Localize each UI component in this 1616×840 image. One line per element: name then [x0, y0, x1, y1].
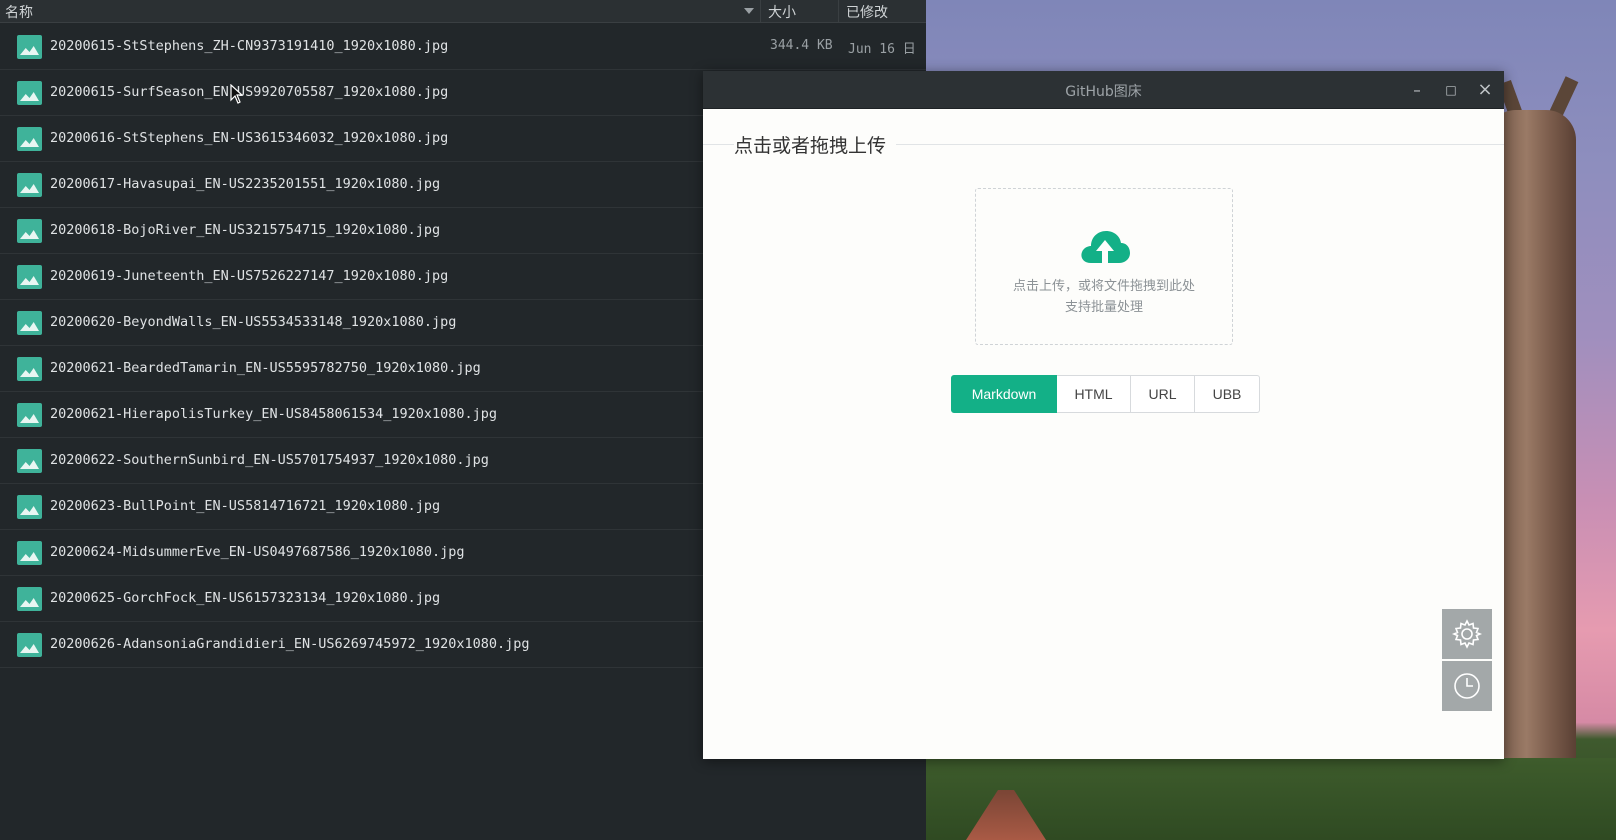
- image-file-icon: [17, 357, 42, 381]
- upload-hint-text: 点击上传，或将文件拖拽到此处: [1012, 279, 1195, 294]
- file-name: 20200615-StStephens_ZH-CN9373191410_1920…: [50, 38, 449, 54]
- window-title: GitHub图床: [1065, 84, 1142, 100]
- image-file-icon: [17, 35, 42, 59]
- image-file-icon: [17, 495, 42, 519]
- image-file-icon: [17, 219, 42, 243]
- file-name: 20200620-BeyondWalls_EN-US5534533148_192…: [50, 314, 457, 330]
- image-file-icon: [17, 311, 42, 335]
- column-separator[interactable]: [760, 0, 761, 23]
- window-titlebar[interactable]: GitHub图床 – □ ×: [703, 71, 1504, 109]
- column-separator[interactable]: [838, 0, 839, 23]
- file-size: 344.4 KB: [770, 38, 833, 53]
- image-file-icon: [17, 403, 42, 427]
- column-size-header[interactable]: 大小: [768, 2, 796, 22]
- format-ubb-button[interactable]: UBB: [1195, 375, 1260, 413]
- upload-batch-hint-text: 支持批量处理: [1064, 300, 1143, 315]
- image-file-icon: [17, 449, 42, 473]
- image-file-icon: [17, 173, 42, 197]
- close-button[interactable]: ×: [1475, 80, 1495, 100]
- image-file-icon: [17, 541, 42, 565]
- file-name: 20200624-MidsummerEve_EN-US0497687586_19…: [50, 544, 465, 560]
- file-name: 20200617-Havasupai_EN-US2235201551_1920x…: [50, 176, 441, 192]
- file-name: 20200621-HierapolisTurkey_EN-US845806153…: [50, 406, 498, 422]
- file-name: 20200618-BojoRiver_EN-US3215754715_1920x…: [50, 222, 441, 238]
- minimize-button[interactable]: –: [1407, 80, 1427, 100]
- image-file-icon: [17, 127, 42, 151]
- link-format-selector: Markdown HTML URL UBB: [951, 375, 1260, 413]
- file-name: 20200626-AdansoniaGrandidieri_EN-US62697…: [50, 636, 530, 652]
- image-file-icon: [17, 587, 42, 611]
- image-file-icon: [17, 81, 42, 105]
- settings-button[interactable]: [1442, 609, 1492, 659]
- cloud-upload-icon: [1081, 231, 1130, 263]
- mouse-cursor-icon: [230, 84, 244, 104]
- file-name: 20200616-StStephens_EN-US3615346032_1920…: [50, 130, 449, 146]
- column-header: 名称 大小 已修改: [0, 0, 926, 23]
- section-title: 点击或者拖拽上传: [734, 131, 897, 158]
- image-file-icon: [17, 633, 42, 657]
- sort-chevron-down-icon[interactable]: [744, 8, 754, 14]
- file-name: 20200623-BullPoint_EN-US5814716721_1920x…: [50, 498, 441, 514]
- github-image-host-window: GitHub图床 – □ × 点击或者拖拽上传 点击上传，或将文件拖拽到此处 支…: [703, 71, 1504, 759]
- format-url-button[interactable]: URL: [1131, 375, 1195, 413]
- history-button[interactable]: [1442, 661, 1492, 711]
- file-name: 20200625-GorchFock_EN-US6157323134_1920x…: [50, 590, 441, 606]
- file-name: 20200621-BeardedTamarin_EN-US5595782750_…: [50, 360, 481, 376]
- format-markdown-button[interactable]: Markdown: [951, 375, 1057, 413]
- upload-dropzone[interactable]: 点击上传，或将文件拖拽到此处 支持批量处理: [975, 188, 1233, 345]
- clock-icon: [1454, 673, 1480, 699]
- gear-icon: [1451, 619, 1483, 649]
- file-name: 20200622-SouthernSunbird_EN-US5701754937…: [50, 452, 489, 468]
- column-name-header[interactable]: 名称: [5, 2, 33, 22]
- file-name: 20200615-SurfSeason_EN-US9920705587_1920…: [50, 84, 449, 100]
- maximize-button[interactable]: □: [1441, 80, 1461, 100]
- file-name: 20200619-Juneteenth_EN-US7526227147_1920…: [50, 268, 449, 284]
- column-modified-header[interactable]: 已修改: [846, 2, 888, 22]
- file-modified-date: Jun 16 日: [848, 42, 916, 57]
- image-file-icon: [17, 265, 42, 289]
- format-html-button[interactable]: HTML: [1057, 375, 1131, 413]
- file-row[interactable]: 20200615-StStephens_ZH-CN9373191410_1920…: [0, 24, 926, 70]
